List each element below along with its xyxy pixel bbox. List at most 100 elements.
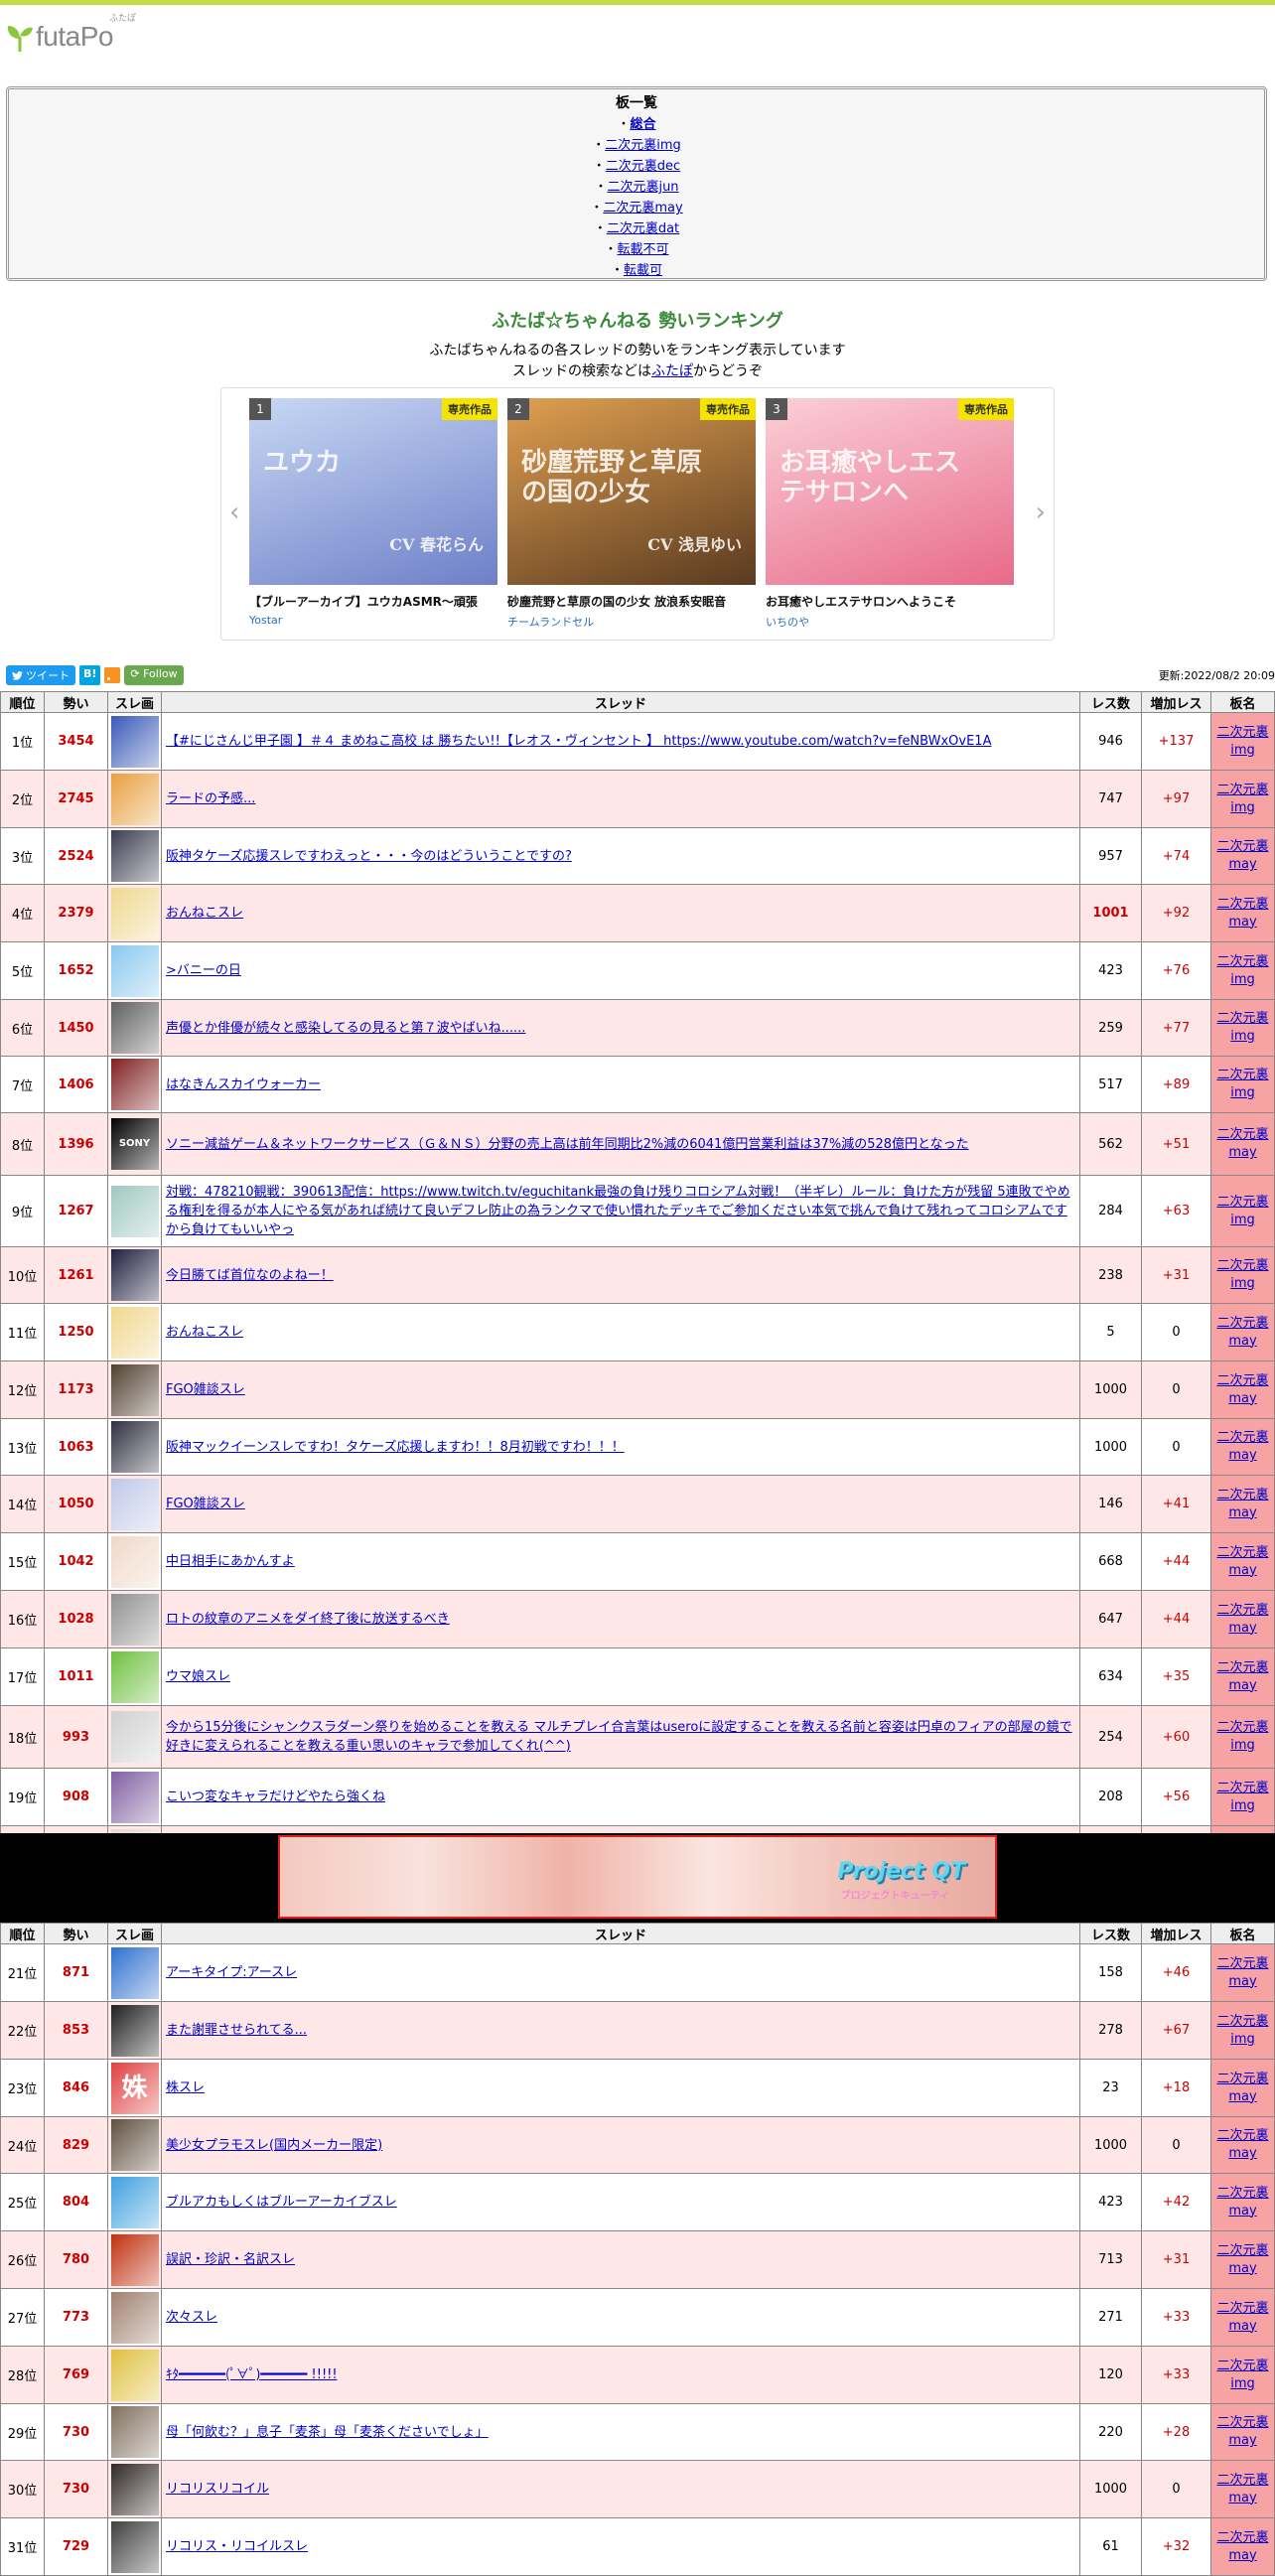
thread-link[interactable]: はなきんスカイウォーカー [166,1077,321,1092]
thread-link[interactable]: 対戦：478210観戦：390613配信：https://www.twitch.… [166,1185,1070,1237]
carousel-item[interactable]: 1 専売作品 ユウカ CV 春花らん 【ブルーアーカイブ】ユウカASMR～頑張 Yosta… [249,398,497,627]
board-name-link[interactable]: 二次元裏may [1216,2243,1268,2276]
board-name-link[interactable]: 二次元裏may [1216,1956,1268,1989]
thread-link[interactable]: 株スレ [166,2080,205,2095]
thread-thumbnail[interactable] [110,1249,159,1301]
board-name-link[interactable]: 二次元裏 img [1216,725,1268,758]
site-logo[interactable]: futaPo [6,21,113,53]
thread-thumbnail[interactable] [110,1002,159,1054]
thread-thumbnail[interactable] [110,1593,159,1646]
carousel-item[interactable]: 3 専売作品 お耳癒やしエステサロンへ お耳癒やしエステサロンへようこそ いちのや [766,398,1014,630]
board-link[interactable]: 二次元裏may [603,201,682,215]
carousel-item[interactable]: 2 専売作品 砂塵荒野と草原の国の少女 CV 浅見ゆい 砂塵荒野と草原の国の少女 放浪系… [507,398,756,630]
thread-thumbnail[interactable] [110,1059,159,1110]
board-link[interactable]: 二次元裏jun [607,180,678,195]
thread-thumbnail[interactable] [110,2406,159,2458]
board-name-link[interactable]: 二次元裏may [1216,2415,1268,2448]
thread-thumbnail[interactable] [110,2119,159,2171]
hatena-bookmark-button[interactable]: B! [79,665,101,685]
board-name-link[interactable]: 二次元裏 img [1216,1781,1268,1813]
carousel-item-circle[interactable]: チームランドセル [507,614,756,630]
carousel-item-circle[interactable]: いちのや [766,614,1014,630]
thread-link[interactable]: こいつ変なキャラだけどやたら強くね [166,1789,385,1804]
carousel-item-circle[interactable]: Yostar [249,614,497,627]
board-name-link[interactable]: 二次元裏 img [1216,1258,1268,1291]
rss-icon[interactable] [104,667,121,683]
board-name-link[interactable]: 二次元裏may [1216,1660,1268,1693]
board-link[interactable]: 総合 [631,117,656,132]
thread-thumbnail[interactable] [110,1650,159,1703]
board-name-link[interactable]: 二次元裏 img [1216,1068,1268,1100]
board-name-link[interactable]: 二次元裏may [1216,1316,1268,1349]
thread-thumbnail[interactable] [110,2176,159,2228]
thread-thumbnail[interactable] [110,1771,159,1823]
thread-thumbnail[interactable] [110,887,159,939]
board-name-link[interactable]: 二次元裏may [1216,2530,1268,2563]
thread-link[interactable]: リコリスリコイル [166,2482,269,2497]
board-link[interactable]: 二次元裏img [605,138,681,153]
thread-thumbnail[interactable] [110,1421,159,1473]
thread-thumbnail[interactable] [110,1478,159,1530]
thread-link[interactable]: 阪神タケーズ応援スレですわえっと・・・今のはどういうことですの? [166,849,572,864]
thread-thumbnail[interactable] [110,2463,159,2515]
thread-link[interactable]: FGO雑談スレ [166,1382,245,1397]
thread-thumbnail[interactable] [110,2520,159,2573]
tweet-button[interactable]: ツイート [6,665,75,685]
thread-thumbnail[interactable] [110,2004,159,2057]
board-name-link[interactable]: 二次元裏may [1216,1545,1268,1578]
thread-link[interactable]: 中日相手にあかんすよ [166,1554,295,1569]
board-link[interactable]: 二次元裏dat [607,221,679,236]
thread-link[interactable]: ブルアカもしくはブルーアーカイブスレ [166,2195,397,2210]
thread-thumbnail[interactable]: 姝 [110,2062,159,2114]
board-link[interactable]: 転載不可 [618,242,669,257]
thread-link[interactable]: 今日勝てば首位なのよねー！ [166,1268,334,1283]
board-name-link[interactable]: 二次元裏may [1216,1488,1268,1520]
board-name-link[interactable]: 二次元裏may [1216,1127,1268,1160]
board-link[interactable]: 転載可 [624,263,662,278]
thread-thumbnail[interactable]: SONY [110,1118,159,1170]
thread-link[interactable]: 【#にじさんじ甲子園 】＃４ まめねこ高校 は 勝ちたい!!【レオス・ヴィンセン… [166,734,991,749]
board-name-link[interactable]: 二次元裏may [1216,2128,1268,2161]
thread-thumbnail[interactable] [110,830,159,882]
thread-thumbnail[interactable] [110,1711,159,1763]
board-name-link[interactable]: 二次元裏may [1216,2072,1268,2104]
thread-link[interactable]: 声優とか俳優が続々と感染してるの見ると第７波やばいね...... [166,1021,525,1036]
board-name-link[interactable]: 二次元裏 img [1216,2014,1268,2047]
thread-thumbnail[interactable] [110,1185,159,1237]
thread-link[interactable]: おんねこスレ [166,906,243,921]
ad-banner[interactable]: Project QT プロジェクトキューティ [278,1835,997,1919]
thread-thumbnail[interactable] [110,2349,159,2401]
board-name-link[interactable]: 二次元裏may [1216,1430,1268,1463]
follow-button[interactable]: ⟳ Follow [124,665,184,685]
thread-link[interactable]: 今から15分後にシャンクスラダーン祭りを始めることを教える マルチプレイ合言葉は… [166,1720,1072,1754]
board-name-link[interactable]: 二次元裏 img [1216,783,1268,815]
board-name-link[interactable]: 二次元裏 img [1216,1011,1268,1044]
thread-thumbnail[interactable] [110,773,159,825]
board-name-link[interactable]: 二次元裏may [1216,2473,1268,2505]
carousel-next-icon[interactable]: › [1036,498,1046,527]
carousel-prev-icon[interactable]: ‹ [229,498,239,527]
thread-thumbnail[interactable] [110,715,159,768]
thread-thumbnail[interactable] [110,1535,159,1588]
thread-link[interactable]: リコリス・リコイルスレ [166,2539,308,2554]
thread-link[interactable]: 美少女プラモスレ(国内メーカー限定) [166,2138,382,2153]
thread-link[interactable]: ソニー減益ゲーム＆ネットワークサービス（Ｇ＆ＮＳ）分野の売上高は前年同期比2%減… [166,1137,969,1152]
thread-link[interactable]: ラードの予感... [166,791,255,806]
thread-thumbnail[interactable] [110,2233,159,2286]
board-name-link[interactable]: 二次元裏 img [1216,1720,1268,1753]
thread-thumbnail[interactable] [110,944,159,997]
board-name-link[interactable]: 二次元裏may [1216,2301,1268,2334]
thread-link[interactable]: 誤訳・珍訳・名訳スレ [166,2252,295,2267]
board-name-link[interactable]: 二次元裏may [1216,1603,1268,1636]
thread-link[interactable]: また謝罪させられてる... [166,2023,307,2038]
board-link[interactable]: 二次元裏dec [606,159,680,174]
thread-link[interactable]: FGO雑談スレ [166,1497,245,1511]
thread-thumbnail[interactable] [110,1946,159,1999]
thread-link[interactable]: おんねこスレ [166,1325,243,1340]
board-name-link[interactable]: 二次元裏may [1216,839,1268,872]
thread-link[interactable]: 次々スレ [166,2310,217,2325]
board-name-link[interactable]: 二次元裏 img [1216,1195,1268,1227]
thread-link[interactable]: 母「何飲む？」息子「麦茶」母「麦茶くださいでしょ」 [166,2425,489,2440]
futapo-link[interactable]: ふたぽ [651,363,693,379]
board-name-link[interactable]: 二次元裏 img [1216,954,1268,987]
